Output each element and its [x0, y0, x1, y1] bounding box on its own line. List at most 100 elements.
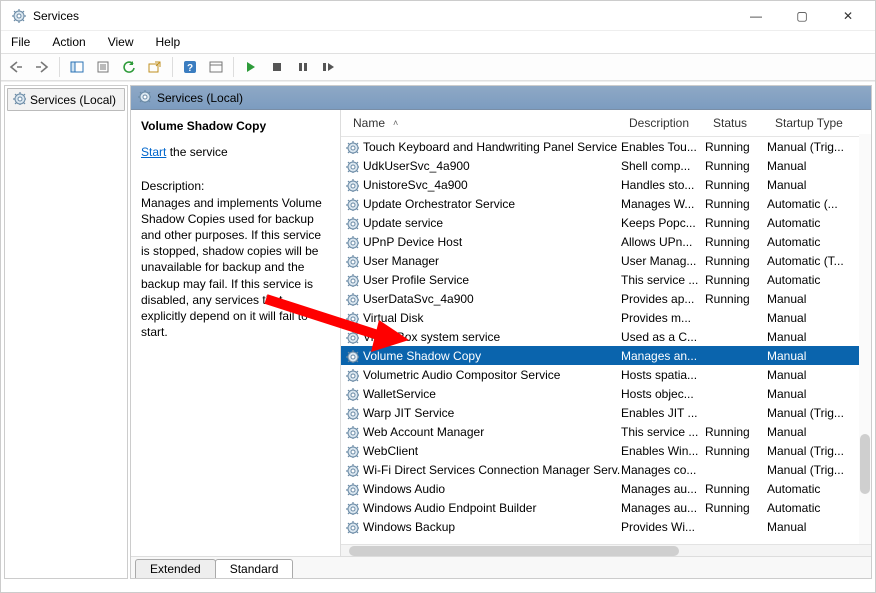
service-row[interactable]: Warp JIT ServiceEnables JIT ...Manual (T…	[341, 403, 871, 422]
service-icon	[345, 406, 359, 420]
nav-root-item[interactable]: Services (Local)	[7, 88, 125, 111]
service-row[interactable]: Touch Keyboard and Handwriting Panel Ser…	[341, 137, 871, 156]
service-row[interactable]: Web Account ManagerThis service ...Runni…	[341, 422, 871, 441]
horizontal-scrollbar[interactable]	[341, 544, 871, 556]
service-icon	[345, 425, 359, 439]
stop-service-button[interactable]	[266, 56, 288, 78]
service-name: Volumetric Audio Compositor Service	[363, 368, 560, 382]
col-startup-type[interactable]: Startup Type	[767, 114, 863, 132]
service-icon	[345, 216, 359, 230]
menu-action[interactable]: Action	[48, 33, 89, 51]
service-row[interactable]: Update Orchestrator ServiceManages W...R…	[341, 194, 871, 213]
service-description: Provides Wi...	[621, 520, 705, 534]
show-hide-tree-button[interactable]	[66, 56, 88, 78]
service-icon	[345, 444, 359, 458]
service-status: Running	[705, 254, 767, 268]
service-status: Running	[705, 140, 767, 154]
service-icon	[345, 501, 359, 515]
minimize-button[interactable]: —	[733, 1, 779, 31]
restart-service-button[interactable]	[318, 56, 340, 78]
tabs-bar: Extended Standard	[131, 556, 871, 578]
help-button[interactable]: ?	[179, 56, 201, 78]
service-startup-type: Automatic	[767, 482, 863, 496]
service-row[interactable]: UserDataSvc_4a900Provides ap...RunningMa…	[341, 289, 871, 308]
service-icon	[345, 482, 359, 496]
menu-view[interactable]: View	[104, 33, 138, 51]
service-row[interactable]: Volumetric Audio Compositor ServiceHosts…	[341, 365, 871, 384]
maximize-button[interactable]: ▢	[779, 1, 825, 31]
service-status: Running	[705, 292, 767, 306]
service-description: Manages an...	[621, 349, 705, 363]
service-name: VirtualBox system service	[363, 330, 500, 344]
service-status: Running	[705, 482, 767, 496]
nav-tree[interactable]: Services (Local)	[4, 85, 128, 579]
service-description: Provides m...	[621, 311, 705, 325]
service-row[interactable]: UdkUserSvc_4a900Shell comp...RunningManu…	[341, 156, 871, 175]
service-name: UnistoreSvc_4a900	[363, 178, 468, 192]
service-icon	[345, 159, 359, 173]
service-row[interactable]: UnistoreSvc_4a900Handles sto...RunningMa…	[341, 175, 871, 194]
service-row[interactable]: WalletServiceHosts objec...Manual	[341, 384, 871, 403]
service-row[interactable]: User ManagerUser Manag...RunningAutomati…	[341, 251, 871, 270]
service-row[interactable]: VirtualBox system serviceUsed as a C...M…	[341, 327, 871, 346]
service-startup-type: Manual (Trig...	[767, 140, 863, 154]
service-row[interactable]: Wi-Fi Direct Services Connection Manager…	[341, 460, 871, 479]
service-description: This service ...	[621, 273, 705, 287]
menu-help[interactable]: Help	[152, 33, 185, 51]
service-description: Allows UPn...	[621, 235, 705, 249]
properties-button[interactable]	[92, 56, 114, 78]
service-startup-type: Manual (Trig...	[767, 463, 863, 477]
service-row[interactable]: Virtual DiskProvides m...Manual	[341, 308, 871, 327]
service-icon	[345, 330, 359, 344]
service-icon	[345, 368, 359, 382]
service-name: Update Orchestrator Service	[363, 197, 515, 211]
service-icon	[345, 235, 359, 249]
service-name: WalletService	[363, 387, 436, 401]
service-startup-type: Automatic	[767, 501, 863, 515]
services-list-pane: Name˄ Description Status Startup Type To…	[341, 110, 871, 556]
service-row[interactable]: Windows AudioManages au...RunningAutomat…	[341, 479, 871, 498]
back-button[interactable]	[5, 56, 27, 78]
service-row[interactable]: User Profile ServiceThis service ...Runn…	[341, 270, 871, 289]
tab-extended[interactable]: Extended	[135, 559, 216, 578]
col-name[interactable]: Name˄	[345, 114, 621, 132]
service-description: Keeps Popc...	[621, 216, 705, 230]
forward-button[interactable]	[31, 56, 53, 78]
service-row[interactable]: WebClientEnables Win...RunningManual (Tr…	[341, 441, 871, 460]
nav-root-label: Services (Local)	[30, 93, 116, 107]
start-service-button[interactable]	[240, 56, 262, 78]
service-description: Manages au...	[621, 501, 705, 515]
menu-file[interactable]: File	[7, 33, 34, 51]
vertical-scrollbar[interactable]	[859, 134, 871, 544]
vertical-scrollbar-thumb[interactable]	[860, 434, 870, 494]
pause-service-button[interactable]	[292, 56, 314, 78]
service-name: Web Account Manager	[363, 425, 484, 439]
service-description: Enables JIT ...	[621, 406, 705, 420]
service-startup-type: Manual	[767, 330, 863, 344]
services-list[interactable]: Touch Keyboard and Handwriting Panel Ser…	[341, 137, 871, 544]
service-description: Hosts objec...	[621, 387, 705, 401]
service-row[interactable]: Windows BackupProvides Wi...Manual	[341, 517, 871, 536]
service-icon	[345, 463, 359, 477]
service-row[interactable]: Volume Shadow CopyManages an...Manual	[341, 346, 871, 365]
export-list-button[interactable]	[144, 56, 166, 78]
service-row[interactable]: Windows Audio Endpoint BuilderManages au…	[341, 498, 871, 517]
service-description: This service ...	[621, 425, 705, 439]
service-name: Wi-Fi Direct Services Connection Manager…	[363, 463, 621, 477]
service-row[interactable]: UPnP Device HostAllows UPn...RunningAuto…	[341, 232, 871, 251]
horizontal-scrollbar-thumb[interactable]	[349, 546, 679, 556]
service-row[interactable]: Update serviceKeeps Popc...RunningAutoma…	[341, 213, 871, 232]
start-link[interactable]: Start	[141, 145, 166, 159]
service-startup-type: Manual	[767, 178, 863, 192]
service-description: Provides ap...	[621, 292, 705, 306]
about-button[interactable]	[205, 56, 227, 78]
col-status[interactable]: Status	[705, 114, 767, 132]
refresh-button[interactable]	[118, 56, 140, 78]
service-name: WebClient	[363, 444, 418, 458]
service-startup-type: Manual (Trig...	[767, 406, 863, 420]
close-button[interactable]: ✕	[825, 1, 871, 31]
col-description[interactable]: Description	[621, 114, 705, 132]
column-headers: Name˄ Description Status Startup Type	[341, 110, 871, 137]
tab-standard[interactable]: Standard	[215, 559, 294, 578]
service-startup-type: Manual	[767, 520, 863, 534]
